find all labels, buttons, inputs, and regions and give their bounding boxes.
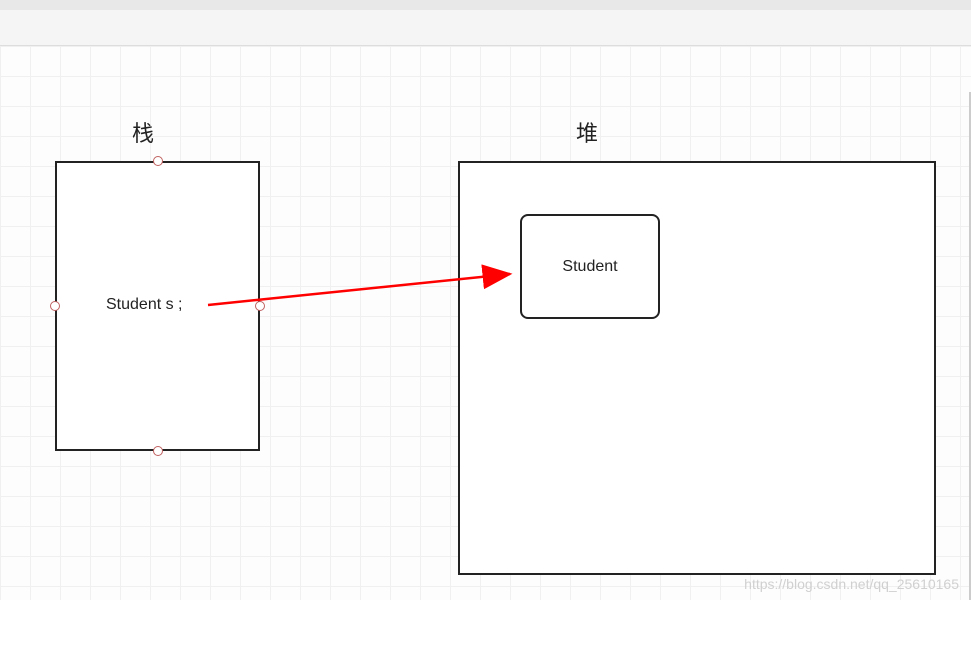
selection-handle-bottom[interactable] (153, 446, 163, 456)
selection-handle-right[interactable] (255, 301, 265, 311)
heap-object-label: Student (562, 258, 617, 276)
top-strip (0, 0, 971, 10)
selection-handle-top[interactable] (153, 156, 163, 166)
toolbar (0, 10, 971, 46)
diagram-canvas[interactable]: 栈 堆 Student s ; Student (0, 46, 971, 600)
heap-label: 堆 (576, 116, 598, 148)
stack-variable: Student s ; (106, 296, 183, 314)
heap-object-box[interactable]: Student (520, 214, 660, 319)
selection-handle-left[interactable] (50, 301, 60, 311)
stack-label: 栈 (132, 116, 154, 148)
watermark: https://blog.csdn.net/qq_25610165 (744, 576, 959, 592)
